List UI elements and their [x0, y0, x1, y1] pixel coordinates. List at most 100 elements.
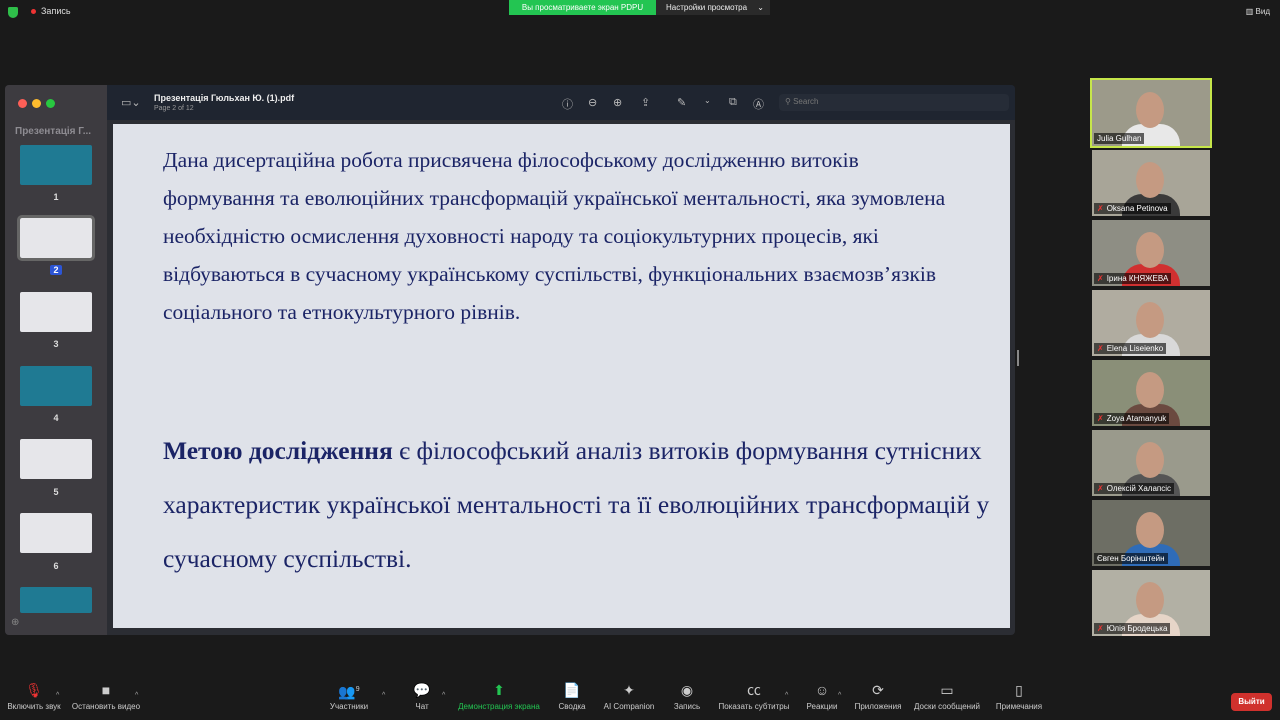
share-screen-icon: ⬆: [493, 682, 505, 698]
audio-options-caret[interactable]: ^: [56, 692, 59, 699]
participant-tile[interactable]: ✗ Юлія Бродецька: [1092, 570, 1210, 636]
reactions-options-caret[interactable]: ^: [838, 692, 841, 699]
participant-face: [1136, 372, 1164, 408]
chevron-down-icon: ⌄: [757, 3, 764, 12]
muted-mic-icon: ✗: [1097, 274, 1104, 283]
participant-name-tag: ✗ Олексій Халапсіс: [1094, 483, 1175, 494]
participant-name: Zoya Atamanyuk: [1106, 414, 1167, 423]
markup-pen-icon[interactable]: ✎: [677, 96, 686, 109]
muted-mic-icon: ✗: [1097, 624, 1104, 633]
page-number: 1: [53, 192, 59, 202]
captions-label: Показать субтитры: [718, 702, 790, 711]
viewing-banner: Вы просматриваете экран PDPU: [509, 0, 656, 15]
page-thumbnail[interactable]: [20, 366, 92, 406]
chat-label: Чат: [415, 702, 429, 711]
share-screen-button[interactable]: ⬆ Демонстрация экрана: [458, 680, 540, 711]
slide-paragraph-goal: Метою дослідження є філософський аналіз …: [163, 424, 1003, 586]
participant-name: Євген Борінштейн: [1097, 554, 1165, 563]
selected-page-number: 2: [50, 265, 62, 275]
view-button[interactable]: ▥ Вид: [1246, 7, 1270, 16]
participant-face: [1136, 582, 1164, 618]
apps-label: Приложения: [854, 702, 902, 711]
goal-heading: Метою дослідження: [163, 436, 393, 465]
chat-button[interactable]: 💬 Чат: [382, 680, 462, 711]
participant-tile[interactable]: ✗ Elena Liseienko: [1092, 290, 1210, 356]
video-options-caret[interactable]: ^: [135, 692, 138, 699]
chevron-down-icon[interactable]: ⌄: [704, 96, 711, 105]
participant-name: Elena Liseienko: [1106, 344, 1164, 353]
participant-name-tag: ✗ Ірина КНЯЖЕВА: [1094, 273, 1172, 284]
whiteboards-label: Доски сообщений: [913, 702, 980, 711]
security-shield-icon[interactable]: [8, 7, 18, 18]
page-thumbnail[interactable]: [20, 145, 92, 185]
participants-count: 9: [355, 686, 360, 693]
page-thumbnail[interactable]: [20, 513, 92, 553]
muted-mic-icon: ✗: [1097, 484, 1104, 493]
participants-label: Участники: [329, 702, 369, 711]
share-icon[interactable]: ⇪: [641, 96, 650, 109]
split-handle[interactable]: [1017, 350, 1019, 366]
apps-icon: ⟳: [872, 682, 884, 698]
participant-face: [1136, 442, 1164, 478]
add-page-icon[interactable]: ⊕: [11, 617, 19, 628]
participant-name: Oksana Petinova: [1106, 204, 1168, 213]
chat-icon: 💬: [413, 682, 431, 698]
participant-face: [1136, 232, 1164, 268]
chat-options-caret[interactable]: ^: [442, 692, 445, 699]
page-number: 4: [53, 413, 59, 423]
participant-name-tag: ✗ Юлія Бродецька: [1094, 623, 1171, 634]
zoom-out-icon[interactable]: ⊖: [588, 96, 597, 109]
participant-tile[interactable]: ✗ Oksana Petinova: [1092, 150, 1210, 216]
maximize-window-button[interactable]: [46, 99, 55, 108]
close-window-button[interactable]: [18, 99, 27, 108]
page-thumbnail[interactable]: [20, 292, 92, 332]
participant-face: [1136, 162, 1164, 198]
unmute-button[interactable]: 🎙 Включить звук: [0, 680, 74, 711]
annotate-icon[interactable]: Ⓐ: [753, 96, 764, 112]
participant-name-tag: ✗ Oksana Petinova: [1094, 203, 1171, 214]
summary-label: Сводка: [558, 702, 586, 711]
apps-button[interactable]: ⟳ Приложения: [838, 680, 918, 711]
page-number: 2: [5, 265, 107, 275]
record-label: Запись: [673, 702, 701, 711]
muted-mic-icon: ✗: [1097, 344, 1104, 353]
sidebar-toggle-icon[interactable]: ▭⌄: [121, 96, 141, 109]
participant-name: Julia Gulhan: [1097, 134, 1142, 143]
stop-video-button[interactable]: ■ Остановить видео: [66, 680, 146, 711]
notes-button[interactable]: ▯ Примечания: [979, 680, 1059, 711]
info-icon[interactable]: ⓘ: [562, 96, 573, 112]
search-input[interactable]: ⚲ Search: [779, 94, 1009, 111]
page-thumbnail[interactable]: [20, 439, 92, 479]
recording-indicator[interactable]: Запись: [31, 6, 71, 16]
view-label: Вид: [1255, 7, 1270, 16]
pdf-viewer-window: Презентація Г... 1 2 3 4 5 6 ⊕ ▭⌄ Презен…: [5, 85, 1015, 635]
participant-tile[interactable]: Євген Борінштейн: [1092, 500, 1210, 566]
zoom-in-icon[interactable]: ⊕: [613, 96, 622, 109]
participant-tile[interactable]: ✗ Олексій Халапсіс: [1092, 430, 1210, 496]
participant-tile[interactable]: ✗ Zoya Atamanyuk: [1092, 360, 1210, 426]
page-thumbnail[interactable]: [20, 587, 92, 613]
participant-name: Юлія Бродецька: [1106, 624, 1168, 633]
view-settings-dropdown[interactable]: Настройки просмотра ⌄: [656, 0, 770, 15]
captions-options-caret[interactable]: ^: [785, 692, 788, 699]
participant-gallery: Julia Gulhan ✗ Oksana Petinova ✗ Ірина КНЯЖЕ…: [1090, 78, 1212, 640]
participants-options-caret[interactable]: ^: [382, 692, 385, 699]
reactions-label: Реакции: [806, 702, 838, 711]
whiteboards-button[interactable]: ▭ Доски сообщений: [907, 680, 987, 711]
sidebar-title: Презентація Г...: [15, 126, 92, 137]
page-thumbnail-selected[interactable]: [17, 215, 95, 261]
participant-name: Олексій Халапсіс: [1106, 484, 1172, 493]
participant-tile[interactable]: Julia Gulhan: [1090, 78, 1212, 148]
participant-tile[interactable]: ✗ Ірина КНЯЖЕВА: [1092, 220, 1210, 286]
slide-page: Дана дисертаційна робота присвячена філо…: [113, 124, 1010, 628]
thumbnail-sidebar[interactable]: Презентація Г... 1 2 3 4 5 6 ⊕: [5, 85, 107, 635]
participants-button[interactable]: 👥9 Участники: [309, 680, 389, 711]
pdf-toolbar: ▭⌄ Презентація Гюльхан Ю. (1).pdf Page 2…: [107, 85, 1015, 120]
whiteboard-icon: ▭: [940, 682, 954, 698]
rotate-icon[interactable]: ⧉: [729, 96, 737, 109]
page-number: 3: [53, 339, 59, 349]
leave-button[interactable]: Выйти: [1231, 693, 1272, 711]
share-label: Демонстрация экрана: [458, 702, 540, 711]
minimize-window-button[interactable]: [32, 99, 41, 108]
meeting-controls: 🎙 Включить звук ■ Остановить видео 👥9 Участ…: [0, 680, 1280, 720]
